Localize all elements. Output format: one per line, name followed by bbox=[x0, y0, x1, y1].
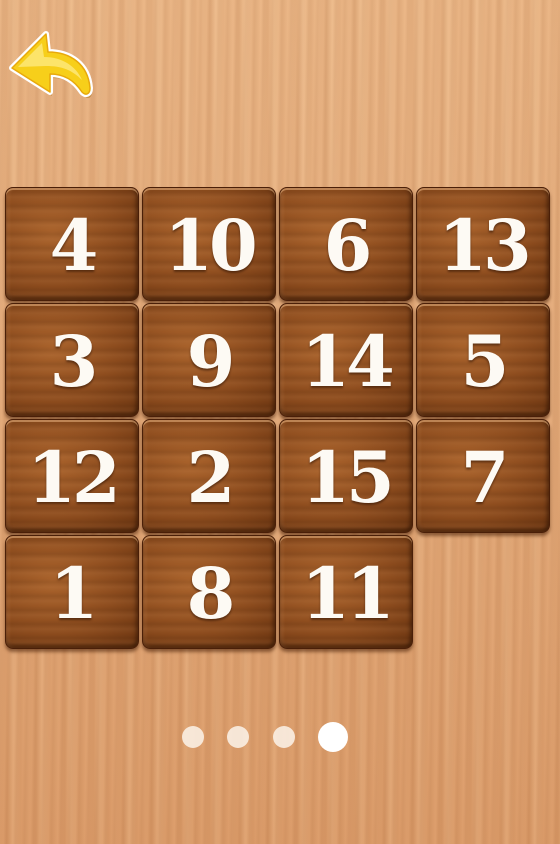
tile-number: 3 bbox=[49, 320, 99, 403]
tile-number: 12 bbox=[27, 436, 120, 519]
tile-number: 10 bbox=[164, 204, 257, 287]
tile[interactable]: 13 bbox=[416, 187, 550, 301]
tile[interactable]: 2 bbox=[142, 419, 276, 533]
tile-number: 4 bbox=[49, 204, 99, 287]
tile[interactable]: 11 bbox=[279, 535, 413, 649]
tile-number: 7 bbox=[460, 436, 510, 519]
tile[interactable]: 10 bbox=[142, 187, 276, 301]
curved-back-arrow-icon bbox=[9, 31, 93, 99]
tile-number: 13 bbox=[438, 204, 531, 287]
tile[interactable]: 3 bbox=[5, 303, 139, 417]
tile-number: 11 bbox=[301, 552, 394, 635]
tile-number: 8 bbox=[186, 552, 236, 635]
tile[interactable]: 7 bbox=[416, 419, 550, 533]
tile-number: 1 bbox=[49, 552, 99, 635]
tile[interactable]: 6 bbox=[279, 187, 413, 301]
tile-number: 5 bbox=[460, 320, 510, 403]
page-dot-2[interactable] bbox=[227, 726, 249, 748]
tile-number: 2 bbox=[186, 436, 236, 519]
page-dot-4-active[interactable] bbox=[318, 722, 348, 752]
empty-slot[interactable] bbox=[416, 535, 550, 649]
tile-number: 9 bbox=[186, 320, 236, 403]
tile-number: 14 bbox=[301, 320, 394, 403]
tile[interactable]: 15 bbox=[279, 419, 413, 533]
tile-number: 6 bbox=[323, 204, 373, 287]
tile[interactable]: 12 bbox=[5, 419, 139, 533]
tile[interactable]: 4 bbox=[5, 187, 139, 301]
page-indicator bbox=[0, 720, 560, 754]
page-dot-3[interactable] bbox=[273, 726, 295, 748]
tile[interactable]: 1 bbox=[5, 535, 139, 649]
tile[interactable]: 9 bbox=[142, 303, 276, 417]
tile-number: 15 bbox=[301, 436, 394, 519]
puzzle-board: 4 10 6 13 3 9 14 5 12 2 15 7 1 8 11 bbox=[5, 187, 553, 651]
page-dot-1[interactable] bbox=[182, 726, 204, 748]
back-button[interactable] bbox=[4, 24, 96, 104]
tile[interactable]: 14 bbox=[279, 303, 413, 417]
tile[interactable]: 8 bbox=[142, 535, 276, 649]
tile[interactable]: 5 bbox=[416, 303, 550, 417]
